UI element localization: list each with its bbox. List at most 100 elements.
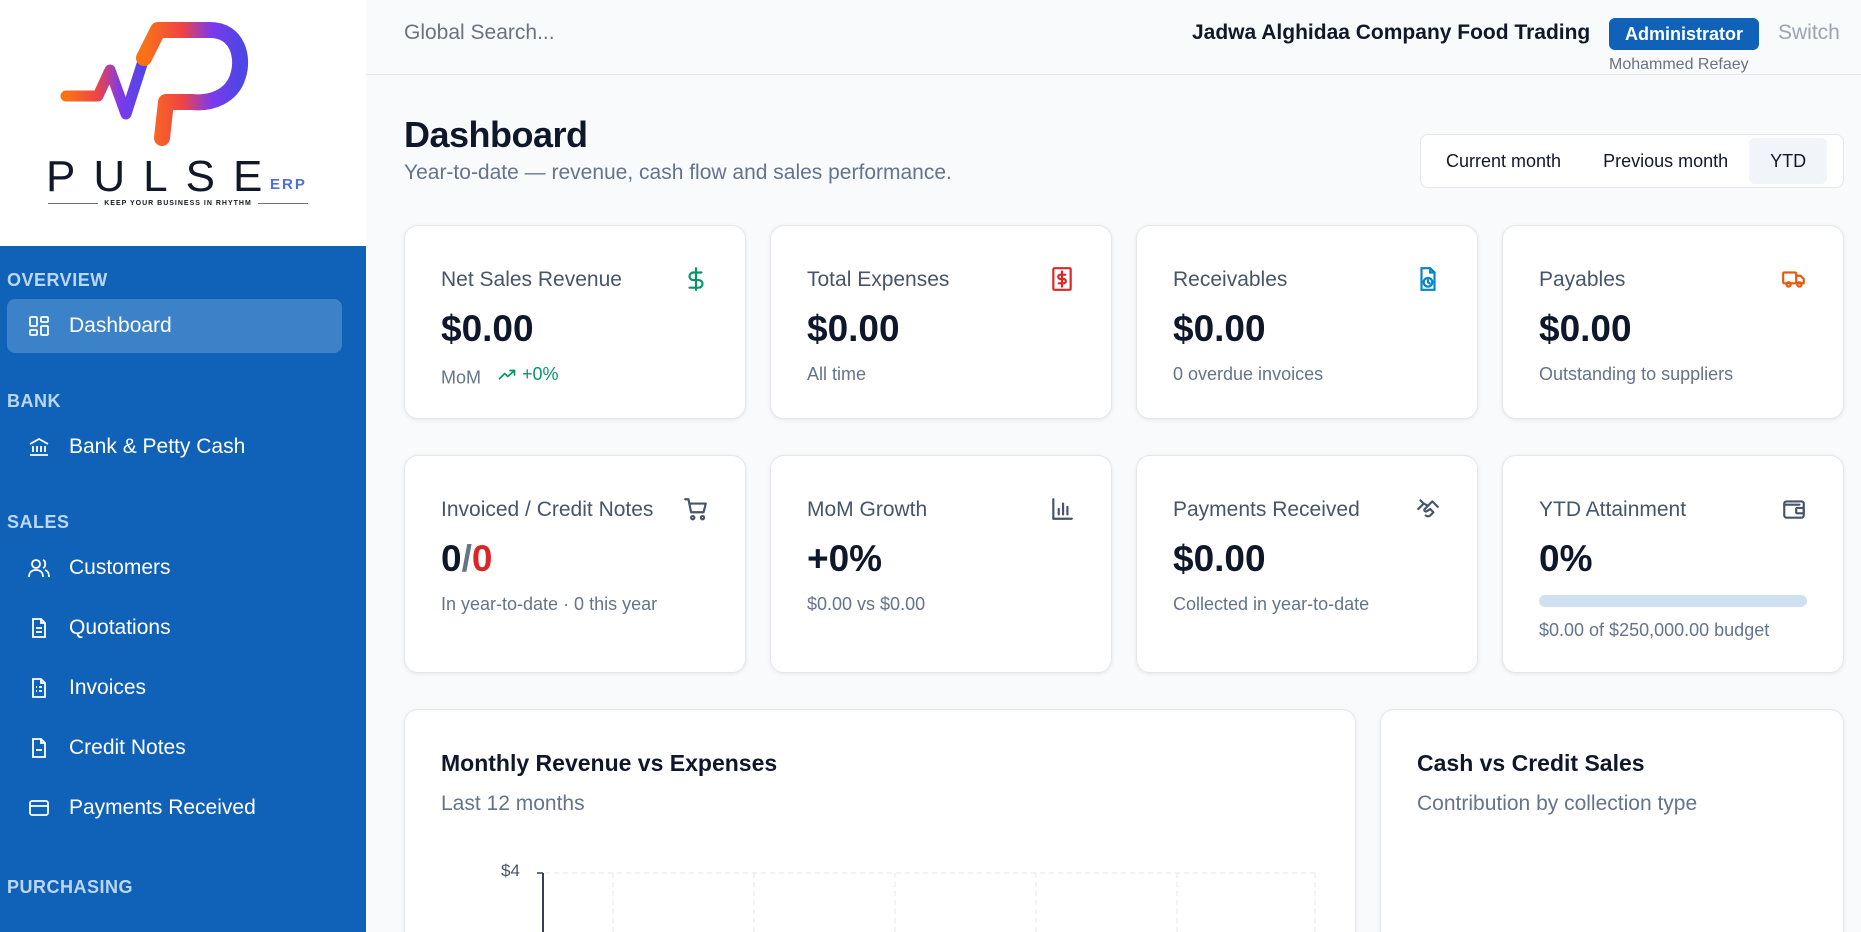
cart-icon xyxy=(684,498,707,521)
panel-subtitle: Contribution by collection type xyxy=(1417,792,1698,815)
sidebar-item-bank[interactable]: Bank & Petty Cash xyxy=(7,420,342,474)
sidebar-item-label: Credit Notes xyxy=(69,736,186,759)
sidebar-item-customers[interactable]: Customers xyxy=(7,541,342,595)
y-axis-tick: $4 xyxy=(501,861,520,880)
pulse-logo-icon xyxy=(60,22,249,146)
card-value: $0.00 xyxy=(1173,538,1266,579)
role-badge[interactable]: Administrator xyxy=(1609,18,1759,50)
dashboard-icon xyxy=(29,316,49,336)
trend-indicator: +0% xyxy=(498,364,559,385)
receipt-dollar-icon xyxy=(1052,267,1072,291)
mom-label: MoM xyxy=(441,367,481,388)
sidebar-item-quotations[interactable]: Quotations xyxy=(7,601,342,655)
sidebar-item-dashboard[interactable]: Dashboard xyxy=(7,299,342,353)
page-subtitle: Year-to-date — revenue, cash flow and sa… xyxy=(404,161,952,184)
file-clock-icon xyxy=(1420,267,1436,291)
logo-tagline-text: KEEP YOUR BUSINESS IN RHYTHM xyxy=(104,200,252,207)
sidebar-item-label: Bank & Petty Cash xyxy=(69,435,246,458)
nav-section-purchasing: PURCHASING xyxy=(7,877,134,897)
card-value: 0/0 xyxy=(441,538,492,580)
bar-chart-icon xyxy=(1052,498,1073,520)
sidebar-item-label: Dashboard xyxy=(69,314,172,337)
logo-wordmark: PULSE xyxy=(46,152,281,201)
sidebar-item-label: Customers xyxy=(69,556,171,579)
card-sub: Outstanding to suppliers xyxy=(1539,364,1734,384)
card-value: +0% xyxy=(807,538,883,579)
switch-button[interactable]: Switch xyxy=(1778,21,1840,45)
card-value: $0.00 xyxy=(1173,308,1266,349)
card-mom-growth[interactable]: MoM Growth +0% $0.00 vs $0.00 xyxy=(770,455,1112,673)
credit-notes-count: 0 xyxy=(471,538,493,579)
topbar: Global Search... Jadwa Alghidaa Company … xyxy=(366,0,1861,75)
invoice-icon xyxy=(32,678,46,698)
nav-section-sales: SALES xyxy=(7,512,70,532)
card-value: $0.00 xyxy=(807,308,900,349)
card-label: YTD Attainment xyxy=(1539,498,1687,521)
handshake-icon xyxy=(1417,499,1439,518)
wallet-icon xyxy=(1783,500,1805,519)
user-name: Mohammed Refaey xyxy=(1609,56,1749,73)
nav-section-overview: OVERVIEW xyxy=(7,270,108,290)
logo-suffix: ERP xyxy=(270,176,307,193)
card-label: MoM Growth xyxy=(807,498,928,521)
nav-section-bank: BANK xyxy=(7,391,61,411)
sidebar-item-label: Payments Received xyxy=(69,796,256,819)
card-label: Payments Received xyxy=(1173,498,1360,521)
card-sub: $0.00 vs $0.00 xyxy=(807,594,926,614)
card-sub: In year-to-date · 0 this year xyxy=(441,594,658,614)
page-title: Dashboard xyxy=(404,114,588,155)
panel-title: Monthly Revenue vs Expenses xyxy=(441,750,778,776)
logo-tagline: KEEP YOUR BUSINESS IN RHYTHM xyxy=(48,200,309,207)
period-ytd[interactable]: YTD xyxy=(1749,138,1828,184)
sidebar-item-invoices[interactable]: Invoices xyxy=(7,661,342,715)
invoiced-count: 0 xyxy=(441,538,462,579)
document-icon xyxy=(32,618,46,638)
attainment-progress-bar xyxy=(1539,595,1807,607)
trending-up-icon xyxy=(498,369,516,380)
panel-title: Cash vs Credit Sales xyxy=(1417,750,1645,776)
card-label: Payables xyxy=(1539,268,1626,291)
card-receivables[interactable]: Receivables $0.00 0 overdue invoices xyxy=(1136,225,1478,419)
card-value: $0.00 xyxy=(441,308,534,349)
card-sub: All time xyxy=(807,364,867,384)
sidebar-item-payments-received[interactable]: Payments Received xyxy=(7,781,342,835)
card-value: 0% xyxy=(1539,538,1593,579)
card-payments-received[interactable]: Payments Received $0.00 Collected in yea… xyxy=(1136,455,1478,673)
card-sub: $0.00 of $250,000.00 budget xyxy=(1539,620,1770,640)
card-invoiced-credit-notes[interactable]: Invoiced / Credit Notes 0/0 In year-to-d… xyxy=(404,455,746,673)
card-label: Total Expenses xyxy=(807,268,950,291)
revenue-chart-grid xyxy=(537,872,1316,932)
sidebar-item-credit-notes[interactable]: Credit Notes xyxy=(7,721,342,775)
card-payables[interactable]: Payables $0.00 Outstanding to suppliers xyxy=(1502,225,1844,419)
sidebar: PULSE ERP KEEP YOUR BUSINESS IN RHYTHM O… xyxy=(0,0,366,932)
note-icon xyxy=(32,738,46,758)
card-sub: Collected in year-to-date xyxy=(1173,594,1370,614)
card-label: Net Sales Revenue xyxy=(441,268,622,291)
company-name: Jadwa Alghidaa Company Food Trading xyxy=(1192,21,1591,44)
sidebar-item-label: Quotations xyxy=(69,616,171,639)
panel-cash-vs-credit: Cash vs Credit Sales Contribution by col… xyxy=(1380,709,1844,932)
card-ytd-attainment[interactable]: YTD Attainment 0% $0.00 of $250,000.00 b… xyxy=(1502,455,1844,673)
panel-subtitle: Last 12 months xyxy=(441,792,585,815)
trend-value: +0% xyxy=(522,364,559,384)
card-label: Invoiced / Credit Notes xyxy=(441,498,654,521)
bank-icon xyxy=(29,437,49,456)
global-search-input[interactable]: Global Search... xyxy=(404,21,555,45)
card-total-expenses[interactable]: Total Expenses $0.00 All time xyxy=(770,225,1112,419)
panel-revenue-vs-expenses: Monthly Revenue vs Expenses Last 12 mont… xyxy=(404,709,1356,932)
dollar-icon xyxy=(688,267,704,291)
card-sub: MoM +0% xyxy=(441,364,559,389)
sidebar-item-label: Invoices xyxy=(69,676,147,699)
period-selector: Current month Previous month YTD xyxy=(1420,134,1844,188)
period-previous-month[interactable]: Previous month xyxy=(1582,138,1749,184)
card-value: $0.00 xyxy=(1539,308,1632,349)
card-label: Receivables xyxy=(1173,268,1288,291)
value-separator: / xyxy=(461,538,472,579)
card-sub: 0 overdue invoices xyxy=(1173,364,1324,384)
card-net-sales[interactable]: Net Sales Revenue $0.00 MoM +0% xyxy=(404,225,746,419)
card-icon xyxy=(29,800,49,816)
truck-icon xyxy=(1782,271,1805,288)
users-icon xyxy=(28,559,50,578)
logo[interactable]: PULSE ERP KEEP YOUR BUSINESS IN RHYTHM xyxy=(0,0,366,246)
period-current-month[interactable]: Current month xyxy=(1425,138,1582,184)
